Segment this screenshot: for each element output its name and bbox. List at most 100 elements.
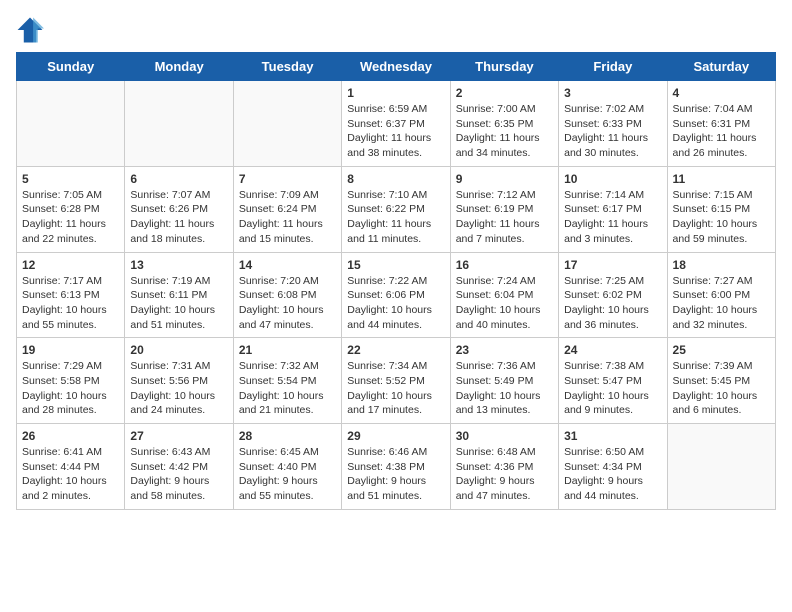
day-info: Sunrise: 7:14 AM Sunset: 6:17 PM Dayligh… xyxy=(564,188,661,247)
day-number: 10 xyxy=(564,172,661,186)
day-header-friday: Friday xyxy=(559,53,667,81)
calendar-cell: 3 Sunrise: 7:02 AM Sunset: 6:33 PM Daylig… xyxy=(559,81,667,167)
day-header-sunday: Sunday xyxy=(17,53,125,81)
calendar-week-row: 19 Sunrise: 7:29 AM Sunset: 5:58 PM Dayli… xyxy=(17,338,776,424)
day-number: 9 xyxy=(456,172,553,186)
calendar-cell: 6 Sunrise: 7:07 AM Sunset: 6:26 PM Daylig… xyxy=(125,166,233,252)
calendar-cell: 19 Sunrise: 7:29 AM Sunset: 5:58 PM Dayli… xyxy=(17,338,125,424)
calendar-cell xyxy=(667,424,775,510)
day-info: Sunrise: 7:17 AM Sunset: 6:13 PM Dayligh… xyxy=(22,274,119,333)
calendar-cell: 10 Sunrise: 7:14 AM Sunset: 6:17 PM Dayli… xyxy=(559,166,667,252)
day-info: Sunrise: 7:00 AM Sunset: 6:35 PM Dayligh… xyxy=(456,102,553,161)
day-number: 6 xyxy=(130,172,227,186)
day-info: Sunrise: 7:22 AM Sunset: 6:06 PM Dayligh… xyxy=(347,274,444,333)
day-number: 20 xyxy=(130,343,227,357)
page-header xyxy=(16,16,776,44)
day-number: 12 xyxy=(22,258,119,272)
day-info: Sunrise: 6:45 AM Sunset: 4:40 PM Dayligh… xyxy=(239,445,336,504)
calendar-week-row: 1 Sunrise: 6:59 AM Sunset: 6:37 PM Daylig… xyxy=(17,81,776,167)
calendar-cell: 9 Sunrise: 7:12 AM Sunset: 6:19 PM Daylig… xyxy=(450,166,558,252)
day-number: 25 xyxy=(673,343,770,357)
calendar-cell: 25 Sunrise: 7:39 AM Sunset: 5:45 PM Dayli… xyxy=(667,338,775,424)
calendar-cell: 24 Sunrise: 7:38 AM Sunset: 5:47 PM Dayli… xyxy=(559,338,667,424)
day-info: Sunrise: 7:34 AM Sunset: 5:52 PM Dayligh… xyxy=(347,359,444,418)
day-number: 18 xyxy=(673,258,770,272)
day-number: 26 xyxy=(22,429,119,443)
calendar-week-row: 5Sunrise: 7:05 AM Sunset: 6:28 PM Daylig… xyxy=(17,166,776,252)
day-info: Sunrise: 7:25 AM Sunset: 6:02 PM Dayligh… xyxy=(564,274,661,333)
calendar-cell: 30Sunrise: 6:48 AM Sunset: 4:36 PM Dayli… xyxy=(450,424,558,510)
day-number: 4 xyxy=(673,86,770,100)
calendar-cell: 15Sunrise: 7:22 AM Sunset: 6:06 PM Dayli… xyxy=(342,252,450,338)
day-info: Sunrise: 7:24 AM Sunset: 6:04 PM Dayligh… xyxy=(456,274,553,333)
day-number: 17 xyxy=(564,258,661,272)
calendar-cell: 14Sunrise: 7:20 AM Sunset: 6:08 PM Dayli… xyxy=(233,252,341,338)
calendar-cell: 12 Sunrise: 7:17 AM Sunset: 6:13 PM Dayli… xyxy=(17,252,125,338)
calendar-cell: 26 Sunrise: 6:41 AM Sunset: 4:44 PM Dayli… xyxy=(17,424,125,510)
day-number: 21 xyxy=(239,343,336,357)
calendar-week-row: 12 Sunrise: 7:17 AM Sunset: 6:13 PM Dayli… xyxy=(17,252,776,338)
day-info: Sunrise: 6:59 AM Sunset: 6:37 PM Dayligh… xyxy=(347,102,444,161)
day-info: Sunrise: 7:29 AM Sunset: 5:58 PM Dayligh… xyxy=(22,359,119,418)
day-header-saturday: Saturday xyxy=(667,53,775,81)
day-info: Sunrise: 7:12 AM Sunset: 6:19 PM Dayligh… xyxy=(456,188,553,247)
calendar-cell: 5Sunrise: 7:05 AM Sunset: 6:28 PM Daylig… xyxy=(17,166,125,252)
calendar-cell: 16 Sunrise: 7:24 AM Sunset: 6:04 PM Dayli… xyxy=(450,252,558,338)
day-number: 3 xyxy=(564,86,661,100)
calendar-cell: 8 Sunrise: 7:10 AM Sunset: 6:22 PM Daylig… xyxy=(342,166,450,252)
logo xyxy=(16,16,48,44)
day-info: Sunrise: 7:31 AM Sunset: 5:56 PM Dayligh… xyxy=(130,359,227,418)
calendar-cell: 18 Sunrise: 7:27 AM Sunset: 6:00 PM Dayli… xyxy=(667,252,775,338)
day-number: 16 xyxy=(456,258,553,272)
calendar-cell: 17 Sunrise: 7:25 AM Sunset: 6:02 PM Dayli… xyxy=(559,252,667,338)
calendar-cell xyxy=(125,81,233,167)
day-info: Sunrise: 6:43 AM Sunset: 4:42 PM Dayligh… xyxy=(130,445,227,504)
day-number: 11 xyxy=(673,172,770,186)
calendar-cell: 13 Sunrise: 7:19 AM Sunset: 6:11 PM Dayli… xyxy=(125,252,233,338)
day-info: Sunrise: 7:02 AM Sunset: 6:33 PM Dayligh… xyxy=(564,102,661,161)
day-info: Sunrise: 7:38 AM Sunset: 5:47 PM Dayligh… xyxy=(564,359,661,418)
day-info: Sunrise: 7:10 AM Sunset: 6:22 PM Dayligh… xyxy=(347,188,444,247)
day-info: Sunrise: 7:09 AM Sunset: 6:24 PM Dayligh… xyxy=(239,188,336,247)
calendar-cell xyxy=(17,81,125,167)
day-number: 14 xyxy=(239,258,336,272)
day-number: 27 xyxy=(130,429,227,443)
calendar-table: SundayMondayTuesdayWednesdayThursdayFrid… xyxy=(16,52,776,510)
day-number: 13 xyxy=(130,258,227,272)
calendar-cell: 31 Sunrise: 6:50 AM Sunset: 4:34 PM Dayli… xyxy=(559,424,667,510)
day-number: 29 xyxy=(347,429,444,443)
day-number: 31 xyxy=(564,429,661,443)
calendar-cell xyxy=(233,81,341,167)
day-info: Sunrise: 7:05 AM Sunset: 6:28 PM Dayligh… xyxy=(22,188,119,247)
day-info: Sunrise: 6:41 AM Sunset: 4:44 PM Dayligh… xyxy=(22,445,119,504)
day-header-monday: Monday xyxy=(125,53,233,81)
day-info: Sunrise: 7:15 AM Sunset: 6:15 PM Dayligh… xyxy=(673,188,770,247)
day-header-wednesday: Wednesday xyxy=(342,53,450,81)
calendar-cell: 29Sunrise: 6:46 AM Sunset: 4:38 PM Dayli… xyxy=(342,424,450,510)
day-header-thursday: Thursday xyxy=(450,53,558,81)
calendar-cell: 28Sunrise: 6:45 AM Sunset: 4:40 PM Dayli… xyxy=(233,424,341,510)
day-info: Sunrise: 7:32 AM Sunset: 5:54 PM Dayligh… xyxy=(239,359,336,418)
calendar-cell: 1 Sunrise: 6:59 AM Sunset: 6:37 PM Daylig… xyxy=(342,81,450,167)
logo-icon xyxy=(16,16,44,44)
day-info: Sunrise: 7:39 AM Sunset: 5:45 PM Dayligh… xyxy=(673,359,770,418)
day-info: Sunrise: 7:07 AM Sunset: 6:26 PM Dayligh… xyxy=(130,188,227,247)
day-number: 24 xyxy=(564,343,661,357)
day-info: Sunrise: 6:50 AM Sunset: 4:34 PM Dayligh… xyxy=(564,445,661,504)
day-info: Sunrise: 7:04 AM Sunset: 6:31 PM Dayligh… xyxy=(673,102,770,161)
calendar-cell: 22 Sunrise: 7:34 AM Sunset: 5:52 PM Dayli… xyxy=(342,338,450,424)
calendar-cell: 11 Sunrise: 7:15 AM Sunset: 6:15 PM Dayli… xyxy=(667,166,775,252)
day-number: 7 xyxy=(239,172,336,186)
day-number: 22 xyxy=(347,343,444,357)
day-info: Sunrise: 7:19 AM Sunset: 6:11 PM Dayligh… xyxy=(130,274,227,333)
day-number: 19 xyxy=(22,343,119,357)
day-number: 1 xyxy=(347,86,444,100)
day-number: 2 xyxy=(456,86,553,100)
calendar-cell: 21 Sunrise: 7:32 AM Sunset: 5:54 PM Dayli… xyxy=(233,338,341,424)
day-info: Sunrise: 7:27 AM Sunset: 6:00 PM Dayligh… xyxy=(673,274,770,333)
calendar-header-row: SundayMondayTuesdayWednesdayThursdayFrid… xyxy=(17,53,776,81)
day-info: Sunrise: 6:48 AM Sunset: 4:36 PM Dayligh… xyxy=(456,445,553,504)
calendar-cell: 23Sunrise: 7:36 AM Sunset: 5:49 PM Dayli… xyxy=(450,338,558,424)
calendar-cell: 20 Sunrise: 7:31 AM Sunset: 5:56 PM Dayli… xyxy=(125,338,233,424)
day-number: 8 xyxy=(347,172,444,186)
